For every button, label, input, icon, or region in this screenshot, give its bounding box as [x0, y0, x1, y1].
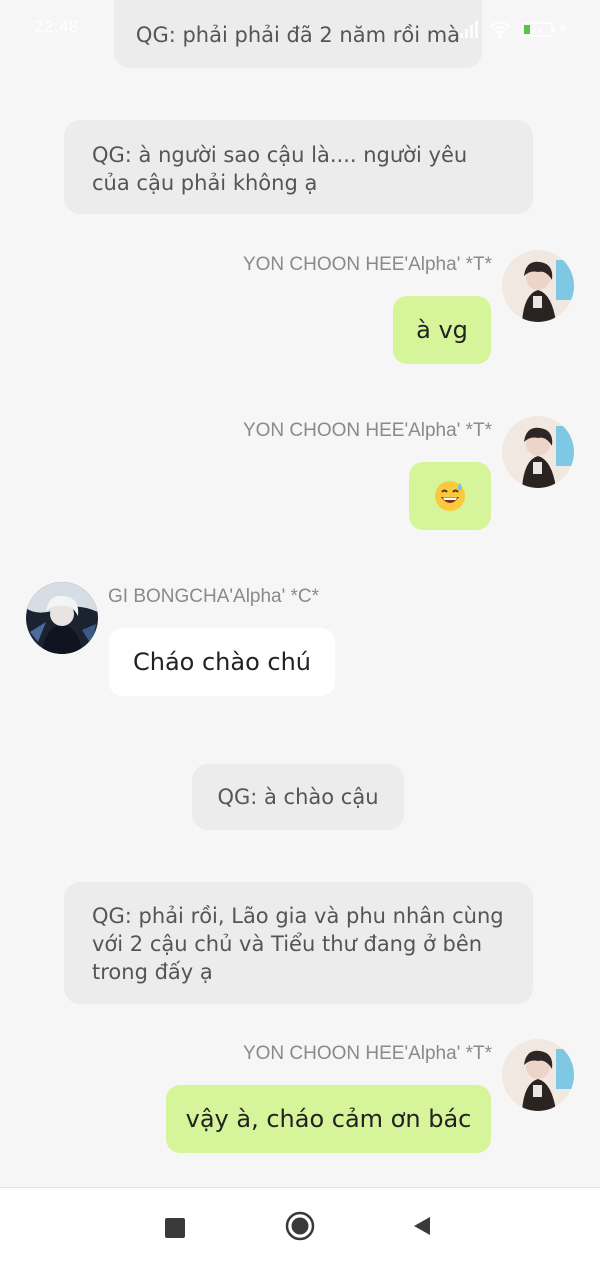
narration-text: QG: phải rồi, Lão gia và phu nhân cùng v… — [92, 904, 504, 984]
recents-square-icon — [165, 1218, 185, 1238]
message-bubble-incoming[interactable]: Cháo chào chú — [109, 628, 335, 696]
emoji-sweat-smile — [434, 480, 466, 512]
recents-button[interactable] — [155, 1208, 195, 1248]
sender-name: YON CHOON HEE'Alpha' *T* — [242, 1043, 492, 1064]
narration-bubble: QG: phải phải đã 2 năm rồi mà — [114, 0, 482, 68]
narration-bubble: QG: phải rồi, Lão gia và phu nhân cùng v… — [64, 882, 533, 1004]
avatar[interactable] — [26, 582, 98, 654]
message-text: vậy à, cháo cảm ơn bác — [185, 1105, 472, 1133]
home-circle-icon — [285, 1211, 315, 1245]
back-triangle-icon — [411, 1215, 433, 1241]
message-bubble-outgoing[interactable]: à vg — [393, 296, 491, 364]
narration-bubble: QG: à người sao cậu là.... người yêu của… — [64, 120, 533, 214]
message-text: à vg — [416, 316, 468, 344]
message-text: Cháo chào chú — [132, 648, 312, 676]
sender-name: GI BONGCHA'Alpha' *C* — [108, 586, 320, 607]
navigation-bar — [0, 1187, 600, 1267]
sender-name: YON CHOON HEE'Alpha' *T* — [242, 420, 492, 441]
sender-name: YON CHOON HEE'Alpha' *T* — [242, 254, 492, 275]
back-button[interactable] — [402, 1208, 442, 1248]
avatar[interactable] — [502, 250, 574, 322]
narration-bubble: QG: à chào cậu — [192, 764, 404, 830]
narration-text: QG: à người sao cậu là.... người yêu của… — [92, 143, 468, 195]
narration-text: QG: à chào cậu — [217, 785, 379, 809]
message-bubble-outgoing[interactable]: vậy à, cháo cảm ơn bác — [166, 1085, 491, 1153]
chat-screen: 22:48 24 QG: phải phải đã 2 năm rồi mà Q… — [0, 0, 600, 1267]
home-button[interactable] — [280, 1208, 320, 1248]
avatar[interactable] — [502, 1039, 574, 1111]
avatar[interactable] — [502, 416, 574, 488]
narration-text: QG: phải phải đã 2 năm rồi mà — [135, 23, 461, 47]
message-bubble-outgoing[interactable] — [409, 462, 491, 530]
chat-list[interactable]: QG: phải phải đã 2 năm rồi mà QG: à ngườ… — [0, 0, 600, 1187]
